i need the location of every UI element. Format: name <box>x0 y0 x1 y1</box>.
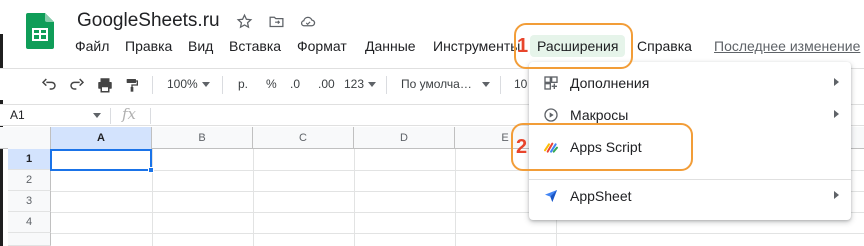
percent-format-button[interactable]: % <box>266 77 277 91</box>
macros-icon <box>544 108 558 122</box>
menu-divider <box>529 179 851 180</box>
font-select[interactable]: По умолча… <box>401 77 472 91</box>
fill-handle[interactable] <box>148 167 154 173</box>
callout-number-2: 2 <box>516 136 528 158</box>
more-formats-button[interactable]: 123 <box>344 77 364 91</box>
menu-edit[interactable]: Правка <box>125 38 172 54</box>
cloud-status-icon[interactable] <box>297 11 319 31</box>
select-all-corner[interactable] <box>8 127 51 149</box>
row-header-4[interactable]: 4 <box>8 212 51 233</box>
addons-icon <box>544 76 558 90</box>
menu-item-label: AppSheet <box>570 188 632 204</box>
star-icon[interactable] <box>233 11 255 31</box>
menu-data[interactable]: Данные <box>365 38 416 54</box>
menu-view[interactable]: Вид <box>188 38 213 54</box>
name-box[interactable]: A1 <box>10 108 25 122</box>
toolbar-separator <box>152 76 153 94</box>
menu-item-appsheet[interactable]: AppSheet <box>529 181 851 211</box>
column-header-a[interactable]: A <box>51 127 152 149</box>
menu-file[interactable]: Файл <box>75 38 109 54</box>
menu-tools[interactable]: Инструменты <box>433 38 520 54</box>
fx-icon: fx <box>122 105 137 123</box>
move-to-folder-icon[interactable] <box>265 11 287 31</box>
font-size-input[interactable]: 10 <box>514 77 527 91</box>
undo-icon[interactable] <box>40 77 58 93</box>
more-formats-chevron-down-icon[interactable] <box>368 82 376 87</box>
increase-decimal-button[interactable]: .00 <box>318 77 335 91</box>
menu-help[interactable]: Справка <box>637 38 692 54</box>
grid-line <box>51 233 864 234</box>
column-header-d[interactable]: D <box>354 127 455 149</box>
submenu-arrow-icon <box>834 191 839 199</box>
selected-cell-a1[interactable] <box>50 149 154 173</box>
column-header-b[interactable]: B <box>152 127 253 149</box>
menu-item-label: Макросы <box>570 107 629 123</box>
callout-extensions-highlight <box>514 23 633 69</box>
menu-item-addons[interactable]: Дополнения <box>529 68 851 98</box>
row-header-partial <box>8 233 51 246</box>
decrease-decimal-button[interactable]: .0 <box>290 77 300 91</box>
font-chevron-down-icon[interactable] <box>482 82 490 87</box>
print-icon[interactable] <box>96 76 114 94</box>
column-header-c[interactable]: C <box>253 127 354 149</box>
submenu-arrow-icon <box>834 110 839 118</box>
grid-line <box>253 149 254 246</box>
appsheet-icon <box>545 190 557 202</box>
paint-format-icon[interactable] <box>124 76 140 94</box>
toolbar-separator <box>500 76 501 94</box>
formula-separator <box>150 108 151 124</box>
submenu-arrow-icon <box>834 78 839 86</box>
redo-icon[interactable] <box>68 77 86 93</box>
toolbar-separator <box>386 76 387 94</box>
row-header-3[interactable]: 3 <box>8 191 51 212</box>
document-title[interactable]: GoogleSheets.ru <box>77 10 220 32</box>
menu-format[interactable]: Формат <box>297 38 347 54</box>
grid-line <box>152 149 153 246</box>
title-actions <box>233 11 319 31</box>
currency-format-button[interactable]: р. <box>238 77 248 91</box>
grid-line <box>455 149 456 246</box>
google-sheets-logo-icon[interactable] <box>26 13 54 49</box>
callout-number-1: 1 <box>517 35 529 57</box>
menu-item-label: Дополнения <box>570 75 650 91</box>
name-box-chevron-down-icon[interactable] <box>93 113 101 118</box>
row-header-1[interactable]: 1 <box>8 149 51 170</box>
zoom-chevron-down-icon[interactable] <box>202 82 210 87</box>
row-header-2[interactable]: 2 <box>8 170 51 191</box>
menu-insert[interactable]: Вставка <box>229 38 281 54</box>
grid-line <box>354 149 355 246</box>
toolbar-separator <box>222 76 223 94</box>
callout-apps-script-highlight <box>511 123 693 171</box>
last-edit-link[interactable]: Последнее изменение <box>714 38 860 54</box>
formula-separator <box>110 108 111 124</box>
zoom-select[interactable]: 100% <box>167 77 198 91</box>
